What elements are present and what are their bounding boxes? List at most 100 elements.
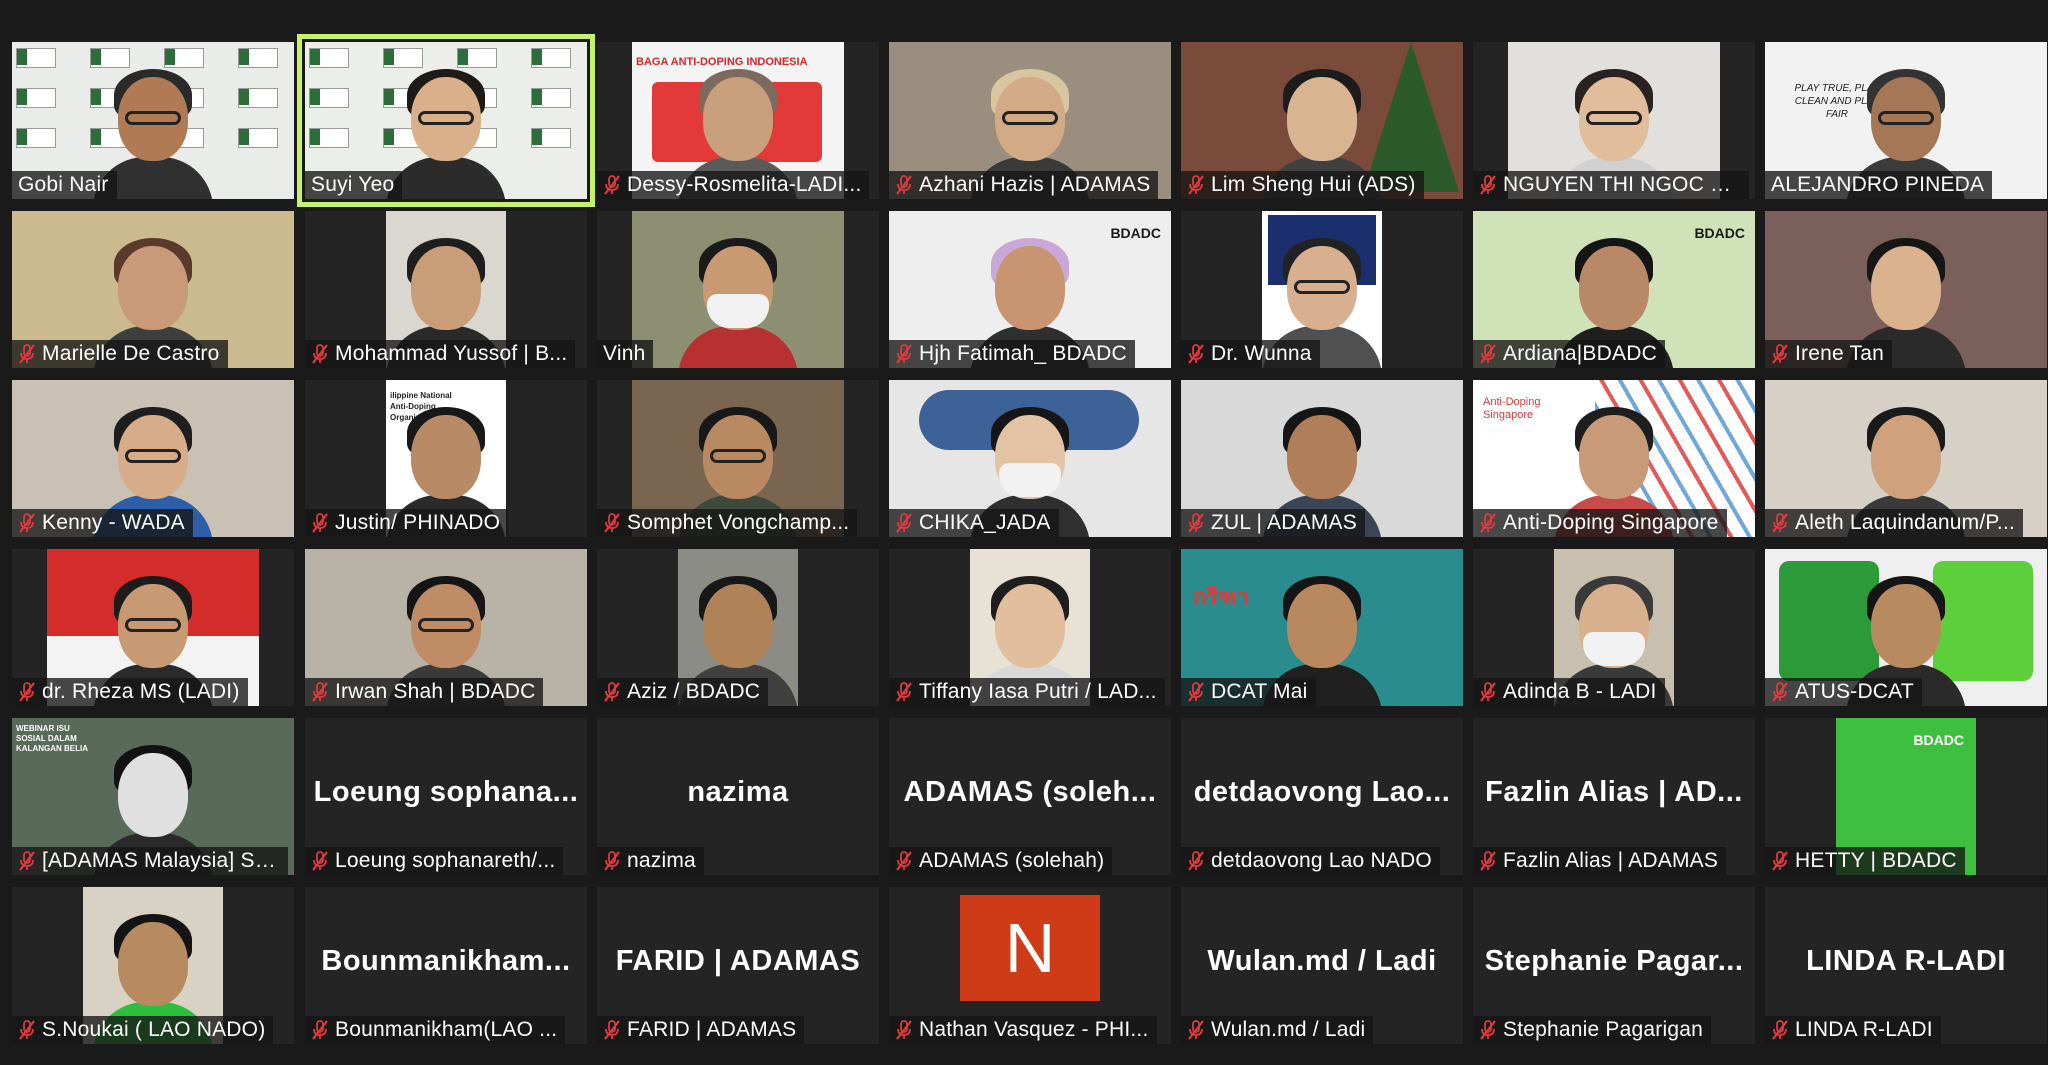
participant-tile[interactable]: ATUS-DCAT (1765, 549, 2047, 706)
face (118, 753, 188, 837)
participant-tile[interactable]: Fazlin Alias | AD... Fazlin Alias | ADAMA… (1473, 718, 1755, 875)
participant-tile[interactable]: CHIKA_JADA (889, 380, 1171, 537)
participant-tile[interactable]: Aziz / BDADC (597, 549, 879, 706)
bdadc-logo: BDADC (1694, 225, 1745, 241)
name-label-bar: Hjh Fatimah_ BDADC (889, 340, 1135, 368)
participant-tile[interactable]: ZUL | ADAMAS (1181, 380, 1463, 537)
participant-tile[interactable]: Marielle De Castro (12, 211, 294, 368)
face (411, 415, 481, 499)
participant-name: Marielle De Castro (42, 342, 220, 365)
participant-tile[interactable]: Dr. Wunna (1181, 211, 1463, 368)
participant-name: Azhani Hazis | ADAMAS (919, 173, 1151, 196)
participant-tile[interactable]: BDADC HETTY | BDADC (1765, 718, 2047, 875)
name-label-bar: Suyi Yeo (305, 171, 403, 199)
participant-tile[interactable]: Mohammad Yussof | B... (305, 211, 587, 368)
microphone-muted-icon (895, 851, 913, 871)
participant-tile[interactable]: PLAY TRUE, PLAY CLEAN AND PLAY FAIR ALEJA… (1765, 42, 2047, 199)
participant-tile[interactable]: Loeung sophana... Loeung sophanareth/... (305, 718, 587, 875)
name-label-bar: Nathan Vasquez - PHI... (889, 1016, 1157, 1044)
participant-name: Aleth Laquindanum/P... (1795, 511, 2016, 534)
microphone-muted-icon (311, 851, 329, 871)
participant-name: LINDA R-LADI (1795, 1018, 1933, 1041)
microphone-muted-icon (1187, 513, 1205, 533)
microphone-muted-icon (895, 1020, 913, 1040)
participant-tile[interactable]: LINDA R-LADI LINDA R-LADI (1765, 887, 2047, 1044)
participant-display-name: nazima (687, 776, 789, 808)
microphone-muted-icon (18, 851, 36, 871)
name-label-bar: Anti-Doping Singapore (1473, 509, 1727, 537)
microphone-muted-icon (18, 513, 36, 533)
participant-tile[interactable]: N Nathan Vasquez - PHI... (889, 887, 1171, 1044)
participant-tile[interactable]: ilippine National Anti-Doping Organizati… (305, 380, 587, 537)
microphone-muted-icon (1479, 1020, 1497, 1040)
participant-name: Gobi Nair (18, 173, 109, 196)
participant-display-name: LINDA R-LADI (1806, 945, 2006, 977)
name-label-bar: Somphet Vongchamp... (597, 509, 858, 537)
participant-tile[interactable]: Kenny - WADA (12, 380, 294, 537)
participant-tile[interactable]: Azhani Hazis | ADAMAS (889, 42, 1171, 199)
participant-name: Suyi Yeo (311, 173, 395, 196)
name-label-bar: ATUS-DCAT (1765, 678, 1922, 706)
participant-tile[interactable]: กรีฑา DCAT Mai (1181, 549, 1463, 706)
participant-person (678, 228, 798, 368)
participant-tile[interactable]: WEBINAR ISU SOSIAL DALAM KALANGAN BELIA [… (12, 718, 294, 875)
face (703, 77, 773, 161)
microphone-muted-icon (311, 682, 329, 702)
name-label-bar: ZUL | ADAMAS (1181, 509, 1365, 537)
microphone-muted-icon (1479, 175, 1497, 195)
name-label-bar: Bounmanikham(LAO ... (305, 1016, 566, 1044)
participant-name: Vinh (603, 342, 646, 365)
name-label-bar: DCAT Mai (1181, 678, 1316, 706)
participant-tile[interactable]: Irene Tan (1765, 211, 2047, 368)
microphone-muted-icon (1187, 682, 1205, 702)
participant-tile[interactable]: FARID | ADAMAS FARID | ADAMAS (597, 887, 879, 1044)
participant-tile[interactable]: Suyi Yeo (297, 34, 595, 207)
shirt (678, 326, 798, 368)
participant-tile[interactable]: Stephanie Pagar... Stephanie Pagarigan (1473, 887, 1755, 1044)
participant-tile[interactable]: Aleth Laquindanum/P... (1765, 380, 2047, 537)
participant-tile[interactable]: Tiffany Iasa Putri / LAD... (889, 549, 1171, 706)
participant-tile[interactable]: dr. Rheza MS (LADI) (12, 549, 294, 706)
participant-name: Dr. Wunna (1211, 342, 1312, 365)
participant-tile[interactable]: Lim Sheng Hui (ADS) (1181, 42, 1463, 199)
participant-tile[interactable]: Gobi Nair (12, 42, 294, 199)
participant-tile[interactable]: BDADC Ardiana|BDADC (1473, 211, 1755, 368)
face-mask (999, 463, 1061, 497)
participant-tile[interactable]: Irwan Shah | BDADC (305, 549, 587, 706)
participant-name: Loeung sophanareth/... (335, 849, 556, 872)
banner-text: WEBINAR ISU SOSIAL DALAM KALANGAN BELIA (16, 724, 88, 753)
face (1871, 246, 1941, 330)
participant-tile[interactable]: ADAMAS (soleh... ADAMAS (solehah) (889, 718, 1171, 875)
participant-tile[interactable]: Vinh (597, 211, 879, 368)
banner-text: กรีฑา (1193, 584, 1249, 609)
participant-display-name: Loeung sophana... (313, 776, 579, 808)
microphone-muted-icon (603, 1020, 621, 1040)
participant-tile[interactable]: Somphet Vongchamp... (597, 380, 879, 537)
microphone-muted-icon (603, 175, 621, 195)
microphone-muted-icon (1187, 851, 1205, 871)
participant-tile[interactable]: Anti-Doping Singapore Anti-Doping Singapo… (1473, 380, 1755, 537)
microphone-muted-icon (895, 175, 913, 195)
participant-name: ALEJANDRO PINEDA (1771, 173, 1985, 196)
participant-tile[interactable]: Wulan.md / Ladi Wulan.md / Ladi (1181, 887, 1463, 1044)
participant-display-name: Fazlin Alias | AD... (1485, 776, 1743, 808)
participant-name: dr. Rheza MS (LADI) (42, 680, 240, 703)
participant-name: Hjh Fatimah_ BDADC (919, 342, 1127, 365)
microphone-muted-icon (1479, 344, 1497, 364)
participant-tile[interactable]: BDADC Hjh Fatimah_ BDADC (889, 211, 1171, 368)
microphone-muted-icon (311, 344, 329, 364)
participant-tile[interactable]: Adinda B - LADI (1473, 549, 1755, 706)
participant-tile[interactable]: detdaovong Lao... detdaovong Lao NADO (1181, 718, 1463, 875)
participant-name: Bounmanikham(LAO ... (335, 1018, 558, 1041)
participant-tile[interactable]: S.Noukai ( LAO NADO) (12, 887, 294, 1044)
microphone-muted-icon (603, 682, 621, 702)
microphone-muted-icon (1479, 851, 1497, 871)
sea-games-logo (238, 88, 278, 108)
name-label-bar: Ardiana|BDADC (1473, 340, 1665, 368)
sea-games-logo (531, 88, 571, 108)
microphone-muted-icon (1771, 513, 1789, 533)
participant-tile[interactable]: BAGA ANTI-DOPING INDONESIA Dessy-Rosmelit… (597, 42, 879, 199)
participant-tile[interactable]: Bounmanikham... Bounmanikham(LAO ... (305, 887, 587, 1044)
participant-tile[interactable]: NGUYEN THI NGOC LY... (1473, 42, 1755, 199)
participant-tile[interactable]: nazima nazima (597, 718, 879, 875)
